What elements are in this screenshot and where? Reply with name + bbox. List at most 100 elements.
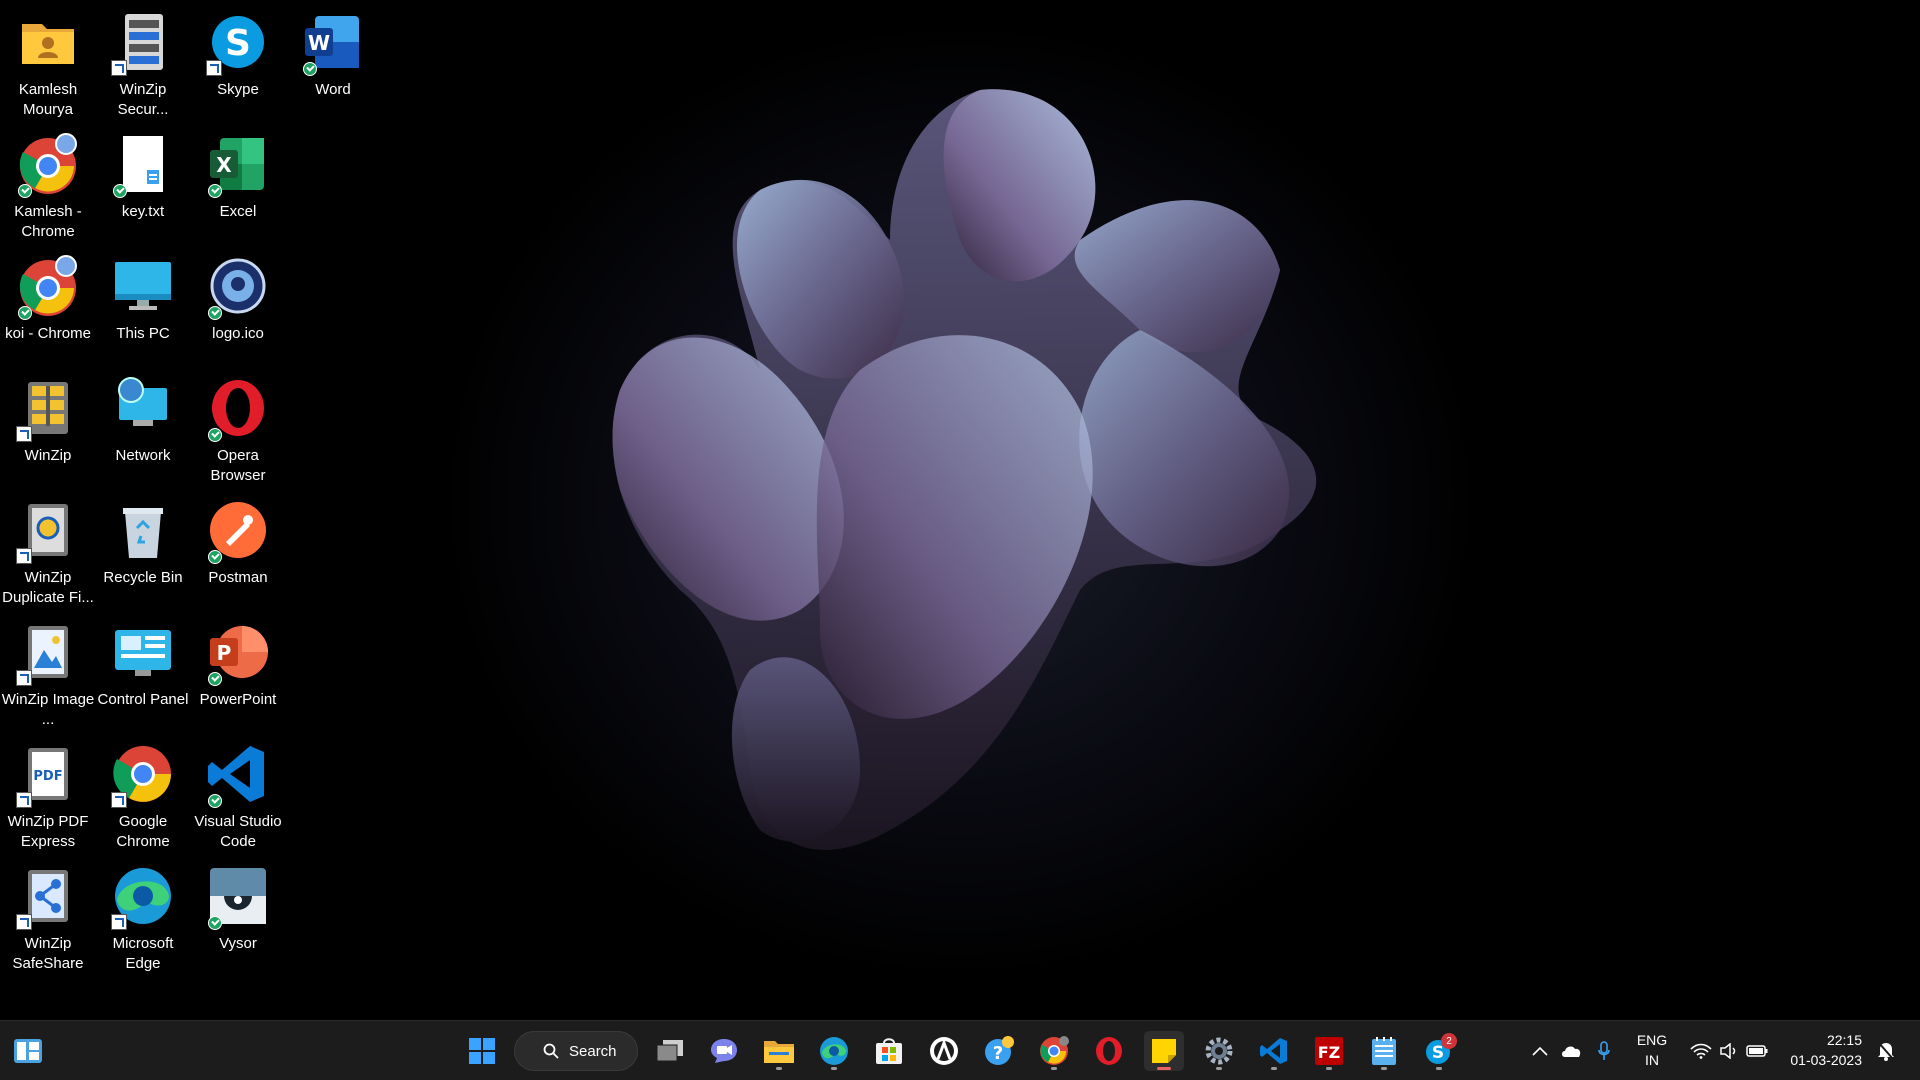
desktop-icon-label: Network xyxy=(115,447,171,464)
desktop-icon-excel[interactable]: X Excel xyxy=(190,126,286,244)
winzip-pdf-icon: PDF xyxy=(16,742,80,808)
taskbar-filezilla[interactable]: FZ xyxy=(1309,1031,1349,1071)
desktop-icon-label: WinZip PDF Express xyxy=(7,813,89,850)
running-indicator xyxy=(1216,1067,1222,1070)
app-icon xyxy=(930,1037,958,1065)
microphone-tray[interactable] xyxy=(1592,1031,1616,1071)
desktop-icon-microsoft-edge[interactable]: Microsoft Edge xyxy=(95,858,191,976)
desktop-icon-google-chrome[interactable]: Google Chrome xyxy=(95,736,191,854)
language-indicator[interactable]: ENG IN xyxy=(1632,1030,1672,1070)
sync-status-icon xyxy=(208,672,222,686)
running-indicator xyxy=(1436,1067,1442,1070)
desktop-icon-word[interactable]: W Word xyxy=(285,4,381,122)
taskbar-sticky-notes[interactable] xyxy=(1144,1031,1184,1071)
taskbar-file-explorer[interactable] xyxy=(759,1031,799,1071)
taskbar-vscode[interactable] xyxy=(1254,1031,1294,1071)
desktop-icon-winzip-secur[interactable]: WinZip Secur... xyxy=(95,4,191,122)
sync-status-icon xyxy=(208,794,222,808)
desktop-icon-winzip[interactable]: WinZip xyxy=(0,370,96,488)
taskbar-opera[interactable] xyxy=(1089,1031,1129,1071)
settings-icon xyxy=(1205,1037,1233,1065)
quick-settings-button[interactable] xyxy=(1684,1031,1774,1071)
taskbar-get-help[interactable]: ? xyxy=(979,1031,1019,1071)
winzip-duplicate-icon xyxy=(16,498,80,564)
desktop-icon-postman[interactable]: Postman xyxy=(190,492,286,610)
desktop-icon-winzip-duplicate-fi[interactable]: WinZip Duplicate Fi... xyxy=(0,492,96,610)
taskbar-edge[interactable] xyxy=(814,1031,854,1071)
desktop-icon-skype[interactable]: S Skype xyxy=(190,4,286,122)
desktop-icon-label: koi - Chrome xyxy=(5,325,91,342)
desktop-icon-powerpoint[interactable]: P PowerPoint xyxy=(190,614,286,732)
svg-text:X: X xyxy=(216,153,232,177)
task-view-button[interactable] xyxy=(650,1031,690,1071)
desktop-icon-key-txt[interactable]: key.txt xyxy=(95,126,191,244)
edge-icon xyxy=(111,864,175,930)
desktop-icon-winzip-image[interactable]: WinZip Image ... xyxy=(0,614,96,732)
sync-status-icon xyxy=(208,916,222,930)
search-icon xyxy=(543,1043,559,1059)
edge-icon xyxy=(820,1037,848,1065)
sync-status-icon xyxy=(208,550,222,564)
filezilla-icon: FZ xyxy=(1315,1037,1343,1065)
sync-status-icon xyxy=(18,184,32,198)
desktop-wallpaper xyxy=(0,0,1920,1020)
widgets-icon xyxy=(14,1039,42,1063)
start-icon xyxy=(469,1038,495,1064)
desktop-icon-this-pc[interactable]: This PC xyxy=(95,248,191,366)
desktop-icon-label: PowerPoint xyxy=(199,691,277,708)
taskbar-store[interactable] xyxy=(869,1031,909,1071)
desktop-icon-kamlesh-chrome[interactable]: Kamlesh - Chrome xyxy=(0,126,96,244)
desktop-icon-kamlesh-mourya[interactable]: Kamlesh Mourya xyxy=(0,4,96,122)
desktop-icon-koi-chrome[interactable]: koi - Chrome xyxy=(0,248,96,366)
taskbar-chrome[interactable] xyxy=(1034,1031,1074,1071)
show-hidden-icons-button[interactable] xyxy=(1528,1031,1552,1071)
text-file-icon xyxy=(111,132,175,198)
wifi-icon xyxy=(1690,1043,1712,1059)
desktop-icon-control-panel[interactable]: Control Panel xyxy=(95,614,191,732)
excel-icon: X xyxy=(206,132,270,198)
taskbar-app[interactable] xyxy=(924,1031,964,1071)
desktop-icon-vysor[interactable]: Vysor xyxy=(190,858,286,976)
volume-icon xyxy=(1720,1043,1736,1059)
taskbar-settings[interactable] xyxy=(1199,1031,1239,1071)
desktop-icon-winzip-pdf-express[interactable]: PDF WinZip PDF Express xyxy=(0,736,96,854)
taskbar-notepad[interactable] xyxy=(1364,1031,1404,1071)
onedrive-tray[interactable] xyxy=(1558,1031,1584,1071)
running-indicator xyxy=(1271,1067,1277,1070)
desktop-icon-visual-studio-code[interactable]: Visual Studio Code xyxy=(190,736,286,854)
desktop-icon-label: key.txt xyxy=(121,203,165,220)
chrome-profile-icon xyxy=(16,132,80,198)
desktop-icon-label: WinZip Secur... xyxy=(117,81,169,118)
language-region: IN xyxy=(1645,1052,1659,1068)
logo-image-icon xyxy=(206,254,270,320)
desktop-icon-label: Kamlesh Mourya xyxy=(18,81,78,118)
running-indicator xyxy=(831,1067,837,1070)
opera-icon xyxy=(1096,1037,1122,1065)
taskbar-search[interactable]: Search xyxy=(514,1031,638,1071)
desktop-icon-label: WinZip Duplicate Fi... xyxy=(2,569,94,606)
skype-icon: S xyxy=(206,10,270,76)
desktop-icon-label: WinZip xyxy=(24,447,72,464)
teams-chat-icon xyxy=(711,1039,737,1063)
desktop-icon-network[interactable]: Network xyxy=(95,370,191,488)
desktop-icon-label: Microsoft Edge xyxy=(112,935,174,972)
widgets-button[interactable] xyxy=(8,1031,48,1071)
get-help-icon: ? xyxy=(985,1036,1014,1065)
desktop-icon-label: Postman xyxy=(208,569,268,586)
desktop-icon-recycle-bin[interactable]: Recycle Bin xyxy=(95,492,191,610)
chrome-icon xyxy=(111,742,175,808)
vysor-icon xyxy=(206,864,270,930)
this-pc-icon xyxy=(111,254,175,318)
taskbar-skype[interactable]: S 2 xyxy=(1419,1031,1459,1071)
desktop-icon-winzip-safeshare[interactable]: WinZip SafeShare xyxy=(0,858,96,976)
desktop-icon-opera-browser[interactable]: Opera Browser xyxy=(190,370,286,488)
chrome-profile-icon xyxy=(16,254,80,320)
notifications-button[interactable] xyxy=(1872,1031,1900,1071)
desktop-icon-logo-ico[interactable]: logo.ico xyxy=(190,248,286,366)
taskbar-teams-chat[interactable] xyxy=(704,1031,744,1071)
shortcut-arrow-icon xyxy=(16,792,32,808)
taskbar-clock[interactable]: 22:15 01-03-2023 xyxy=(1786,1030,1862,1070)
shortcut-arrow-icon xyxy=(16,914,32,930)
start-button[interactable] xyxy=(462,1031,502,1071)
file-explorer-icon xyxy=(764,1041,794,1063)
